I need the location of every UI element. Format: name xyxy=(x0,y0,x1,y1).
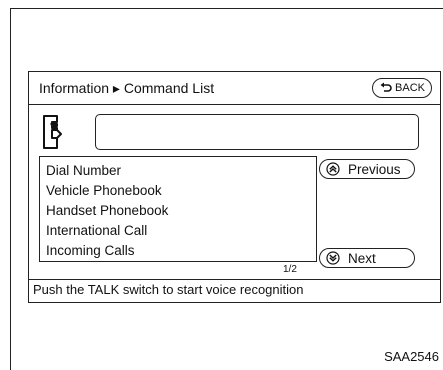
back-button-label: BACK xyxy=(395,82,425,94)
voice-input-field xyxy=(95,114,419,150)
next-button[interactable]: Next xyxy=(319,248,415,268)
frame-left-border xyxy=(10,8,11,370)
breadcrumb: Information ▸ Command List xyxy=(39,80,215,96)
status-message: Push the TALK switch to start voice reco… xyxy=(33,282,304,297)
frame-top-border xyxy=(10,8,443,9)
command-list: Dial Number Vehicle Phonebook Handset Ph… xyxy=(39,156,317,262)
double-chevron-up-icon xyxy=(326,162,340,176)
display-screen: Information ▸ Command List BACK Dial Num… xyxy=(28,71,441,303)
phone-handset-icon xyxy=(43,115,62,149)
previous-button[interactable]: Previous xyxy=(319,159,415,179)
page-indicator: 1/2 xyxy=(283,264,297,275)
back-button[interactable]: BACK xyxy=(372,78,432,98)
previous-button-label: Previous xyxy=(348,161,401,177)
double-chevron-down-icon xyxy=(326,251,340,265)
header-bar: Information ▸ Command List BACK xyxy=(29,72,440,105)
list-item-international-call[interactable]: International Call xyxy=(40,221,316,241)
back-arrow-icon xyxy=(380,82,392,92)
list-item-dial-number[interactable]: Dial Number xyxy=(40,161,316,181)
next-button-label: Next xyxy=(348,250,376,266)
list-item-incoming-calls[interactable]: Incoming Calls xyxy=(40,241,316,261)
list-item-handset-phonebook[interactable]: Handset Phonebook xyxy=(40,201,316,221)
list-item-vehicle-phonebook[interactable]: Vehicle Phonebook xyxy=(40,181,316,201)
figure-code: SAA2546 xyxy=(384,349,439,364)
status-divider xyxy=(29,279,440,280)
